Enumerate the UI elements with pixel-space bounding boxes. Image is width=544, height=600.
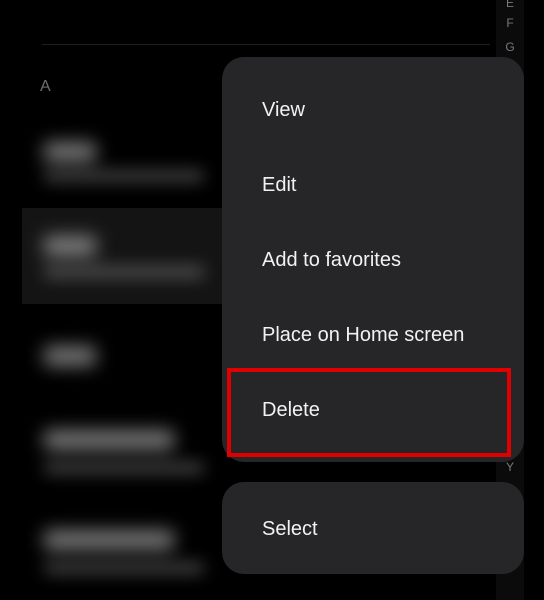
blurred-contact-detail [44, 266, 204, 278]
blurred-contact-name [44, 346, 96, 366]
menu-item-add-to-favorites[interactable]: Add to favorites [262, 249, 401, 272]
menu-item-select[interactable]: Select [262, 518, 318, 541]
blurred-contact-detail [44, 562, 204, 574]
index-letter[interactable]: F [496, 16, 524, 30]
blurred-contact-detail [44, 462, 204, 474]
blurred-contact-name [44, 142, 96, 162]
menu-item-view[interactable]: View [262, 99, 305, 122]
blurred-contact-name [44, 430, 174, 450]
blurred-contact-name [44, 530, 174, 550]
index-letter[interactable]: Y [496, 460, 524, 474]
blurred-contact-name [44, 236, 96, 256]
index-letter[interactable]: G [496, 40, 524, 54]
blurred-contact-detail [44, 170, 204, 182]
menu-item-edit[interactable]: Edit [262, 174, 296, 197]
index-letter[interactable]: E [496, 0, 524, 10]
menu-item-place-on-home-screen[interactable]: Place on Home screen [262, 324, 464, 347]
context-menu-secondary: Select [222, 482, 524, 574]
section-header-letter: A [40, 78, 51, 95]
delete-highlight-annotation [227, 368, 511, 457]
list-divider [42, 44, 490, 45]
